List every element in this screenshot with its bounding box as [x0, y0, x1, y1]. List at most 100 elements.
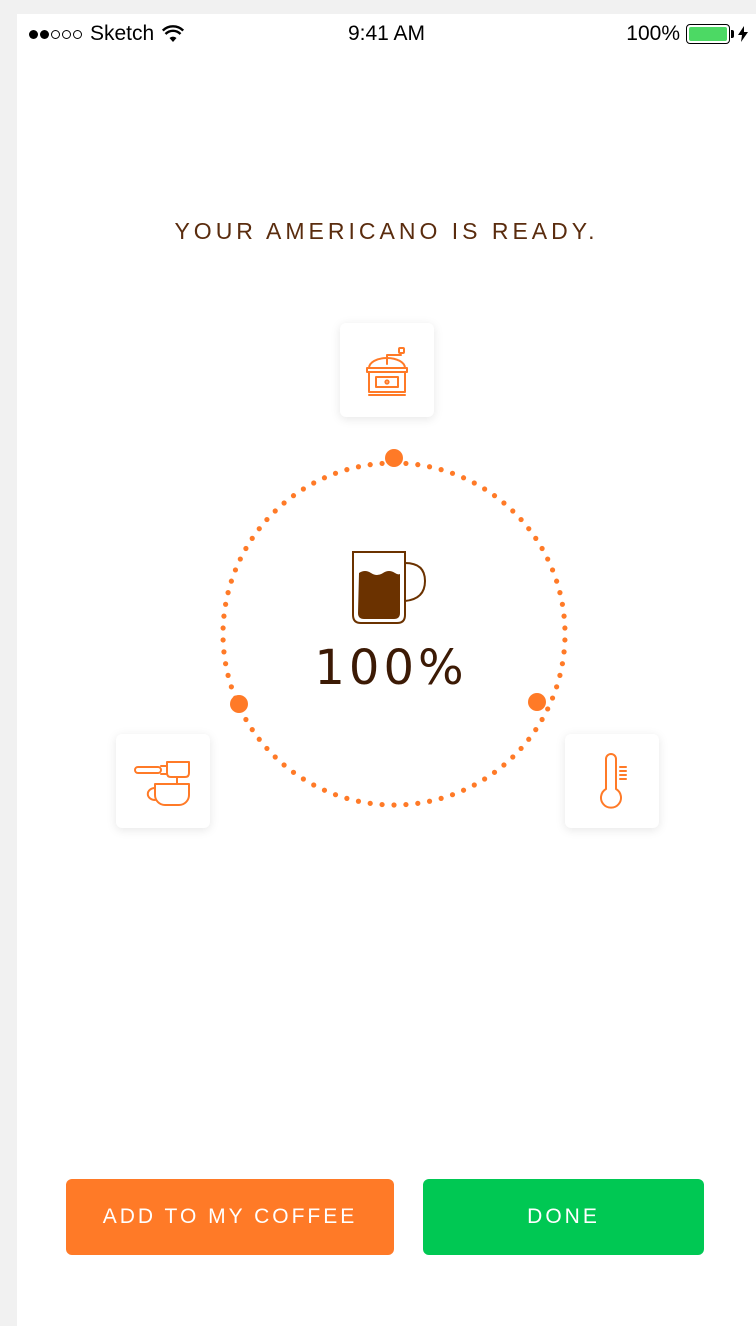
- ring-dot: [223, 661, 229, 667]
- ring-dot: [332, 470, 339, 476]
- ring-dot: [426, 464, 433, 470]
- ring-dot: [220, 625, 226, 631]
- ring-dot: [272, 508, 278, 514]
- ring-dot: [557, 590, 563, 596]
- ring-dot: [539, 716, 545, 723]
- portafilter-cup-icon: [134, 761, 190, 806]
- ring-dot: [415, 800, 421, 806]
- ring-dot: [256, 736, 262, 742]
- ring-dot: [449, 792, 456, 798]
- battery-fill: [689, 27, 727, 41]
- progress-percent: 100%: [314, 640, 468, 696]
- ring-dot: [403, 460, 409, 467]
- ring-dot: [491, 769, 498, 775]
- brew-step-card[interactable]: [116, 734, 210, 828]
- ring-dot: [482, 776, 488, 782]
- ring-dot: [545, 556, 551, 562]
- ring-dot: [272, 754, 278, 760]
- ring-dot: [311, 480, 317, 486]
- ring-dot: [321, 787, 328, 793]
- ring-dot: [237, 556, 243, 562]
- ring-dot: [557, 672, 563, 678]
- ring-dot: [533, 727, 539, 733]
- ring-dot: [415, 462, 421, 468]
- ring-dot: [232, 567, 239, 573]
- ring-dot: [460, 475, 467, 481]
- ring-dot: [554, 578, 560, 584]
- ring-dot: [321, 475, 328, 481]
- ring-dot: [311, 782, 317, 788]
- ring-dot: [545, 706, 551, 712]
- ring-node-top: [385, 449, 403, 467]
- temperature-step-card[interactable]: [565, 734, 659, 828]
- ring-dot: [300, 486, 306, 492]
- ring-dot: [281, 500, 287, 506]
- ring-dot: [501, 762, 507, 768]
- ring-node-left: [230, 695, 248, 713]
- ring-dots: [220, 460, 568, 808]
- ring-dot: [471, 782, 477, 788]
- charging-bolt-icon: [738, 26, 748, 42]
- ring-dot: [449, 470, 456, 476]
- ring-dot: [403, 801, 409, 808]
- ring-dot: [367, 462, 373, 468]
- done-button[interactable]: DONE: [423, 1179, 704, 1255]
- ring-dot: [391, 802, 397, 808]
- add-to-my-coffee-button[interactable]: ADD TO MY COFFEE: [66, 1179, 394, 1255]
- ring-dot: [379, 460, 385, 467]
- ring-dot: [332, 792, 339, 798]
- ring-dot: [549, 567, 556, 573]
- ring-dot: [249, 535, 255, 541]
- grinder-step-card[interactable]: [340, 323, 434, 417]
- ring-dot: [562, 625, 568, 631]
- status-right: 100%: [626, 22, 748, 46]
- ring-dot: [220, 637, 226, 643]
- ring-dot: [518, 745, 524, 752]
- ring-dot: [243, 716, 249, 723]
- ring-dot: [562, 637, 568, 643]
- americano-cup-icon: [352, 551, 427, 624]
- ring-dot: [559, 661, 566, 667]
- battery-icon: [686, 24, 730, 44]
- ring-dot: [559, 601, 566, 607]
- battery-percent: 100%: [626, 22, 680, 45]
- ring-dot: [549, 695, 556, 701]
- ring-dot: [554, 684, 560, 690]
- ring-dot: [344, 467, 350, 473]
- ring-dot: [290, 769, 297, 775]
- ring-dot: [482, 486, 488, 492]
- coffee-grinder-icon: [366, 347, 408, 396]
- ring-dot: [501, 500, 507, 506]
- ring-dot: [367, 800, 373, 806]
- ring-dot: [355, 798, 362, 804]
- battery-cap: [731, 30, 734, 38]
- ring-dot: [232, 695, 239, 701]
- ring-dot: [510, 754, 516, 760]
- ring-dot: [539, 545, 545, 552]
- ring-dot: [518, 516, 524, 523]
- ring-dot: [438, 795, 444, 801]
- ring-dot: [221, 613, 227, 619]
- ring-dot: [256, 526, 262, 532]
- ring-dot: [533, 535, 539, 541]
- ring-dot: [510, 508, 516, 514]
- ring-dot: [225, 672, 231, 678]
- ring-dot: [223, 601, 229, 607]
- status-bar: Sketch 9:41 AM 100%: [17, 14, 756, 58]
- ring-dot: [264, 745, 270, 752]
- ready-heading: YOUR AMERICANO IS READY.: [174, 218, 599, 244]
- ring-dot: [228, 684, 234, 690]
- ring-dot: [426, 798, 433, 804]
- thermometer-icon: [600, 753, 627, 809]
- ring-dot: [526, 526, 532, 532]
- app-screen: Sketch 9:41 AM 100% YOUR AMERICANO IS RE…: [17, 14, 756, 1326]
- ring-dot: [460, 787, 467, 793]
- ring-dot: [243, 545, 249, 552]
- ring-dot: [344, 795, 350, 801]
- ring-dot: [264, 516, 270, 523]
- ring-dot: [221, 649, 227, 655]
- ring-dot: [491, 493, 498, 499]
- ring-dot: [225, 590, 231, 596]
- ring-dot: [391, 460, 397, 466]
- ring-dot: [471, 480, 477, 486]
